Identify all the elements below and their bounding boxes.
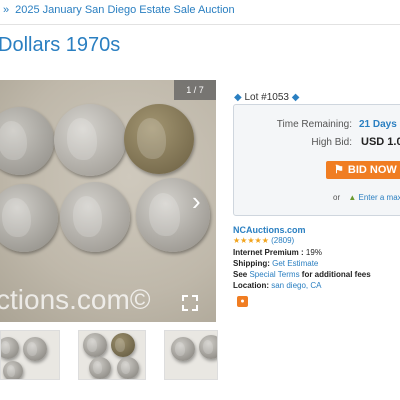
coin-4 (0, 184, 58, 252)
thumbnail-3[interactable] (164, 330, 218, 380)
shipping-label: Shipping: (233, 259, 270, 268)
thumb-coin (199, 335, 217, 359)
special-terms-link[interactable]: Special Terms (249, 270, 299, 279)
internet-premium: Internet Premium : 19% (233, 248, 322, 257)
max-bid-icon: ▲ (348, 193, 357, 202)
next-lot-icon[interactable]: ◆ (292, 92, 300, 103)
lot-navigation: ◆ Lot #1053 ◆ (234, 92, 299, 103)
thumb-coin (23, 337, 47, 361)
watermark: ctions.com© (0, 284, 151, 315)
thumbnail-1[interactable] (0, 330, 60, 380)
terms-prefix: See (233, 270, 248, 279)
thumb-coin (89, 357, 111, 379)
get-estimate-link[interactable]: Get Estimate (272, 259, 318, 268)
seller-name[interactable]: NCAuctions.com (233, 225, 306, 235)
location: Location: san diego, CA (233, 281, 322, 290)
lot-number: Lot #1053 (244, 92, 289, 103)
bid-now-label: BID NOW S (347, 164, 400, 176)
next-photo-arrow-icon[interactable]: › (192, 188, 201, 214)
high-bid-label: High Bid: (311, 137, 352, 148)
time-remaining-label: Time Remaining: (276, 119, 352, 130)
terms-suffix: for additional fees (301, 270, 371, 279)
max-bid-link[interactable]: Enter a maxim (359, 193, 400, 202)
location-label: Location: (233, 281, 269, 290)
breadcrumb: » 2025 January San Diego Estate Sale Auct… (0, 0, 400, 25)
seller-rating: ★★★★★ (2809) (233, 236, 294, 245)
shipping: Shipping: Get Estimate (233, 259, 318, 268)
coin-5 (60, 182, 130, 252)
thumb-coin (1, 337, 19, 359)
thumb-coin (3, 361, 23, 379)
thumb-coin (117, 357, 139, 379)
coin-1 (0, 107, 54, 175)
photo-counter: 1 / 7 (174, 80, 216, 100)
coin-3 (124, 104, 194, 174)
fullscreen-icon[interactable] (182, 295, 198, 311)
breadcrumb-link[interactable]: 2025 January San Diego Estate Sale Aucti… (15, 4, 235, 16)
thumbnail-2[interactable] (78, 330, 146, 380)
or-label: or (333, 193, 341, 202)
thumb-coin (83, 333, 107, 357)
time-remaining-value: 21 Days 5 (359, 119, 400, 130)
coin-2 (54, 104, 126, 176)
premium-label: Internet Premium : (233, 248, 304, 257)
previous-lot-icon[interactable]: ◆ (234, 92, 242, 103)
premium-value: 19% (305, 248, 322, 257)
rss-icon[interactable]: ● (237, 296, 248, 307)
high-bid-value: USD 1.0 (361, 136, 400, 148)
star-rating-icon: ★★★★★ (233, 236, 269, 245)
bid-now-button[interactable]: ⚑BID NOW S (326, 161, 400, 179)
breadcrumb-separator: » (3, 4, 10, 16)
bid-icon: ⚑ (334, 164, 344, 176)
location-value[interactable]: san diego, CA (271, 281, 321, 290)
special-terms: See Special Terms for additional fees (233, 270, 371, 279)
rating-count[interactable]: (2809) (271, 236, 294, 245)
thumb-coin (111, 333, 135, 357)
page-title: Dollars 1970s (0, 34, 121, 56)
max-bid-line: or ▲ Enter a maxim (333, 193, 400, 202)
thumb-coin (171, 337, 195, 361)
